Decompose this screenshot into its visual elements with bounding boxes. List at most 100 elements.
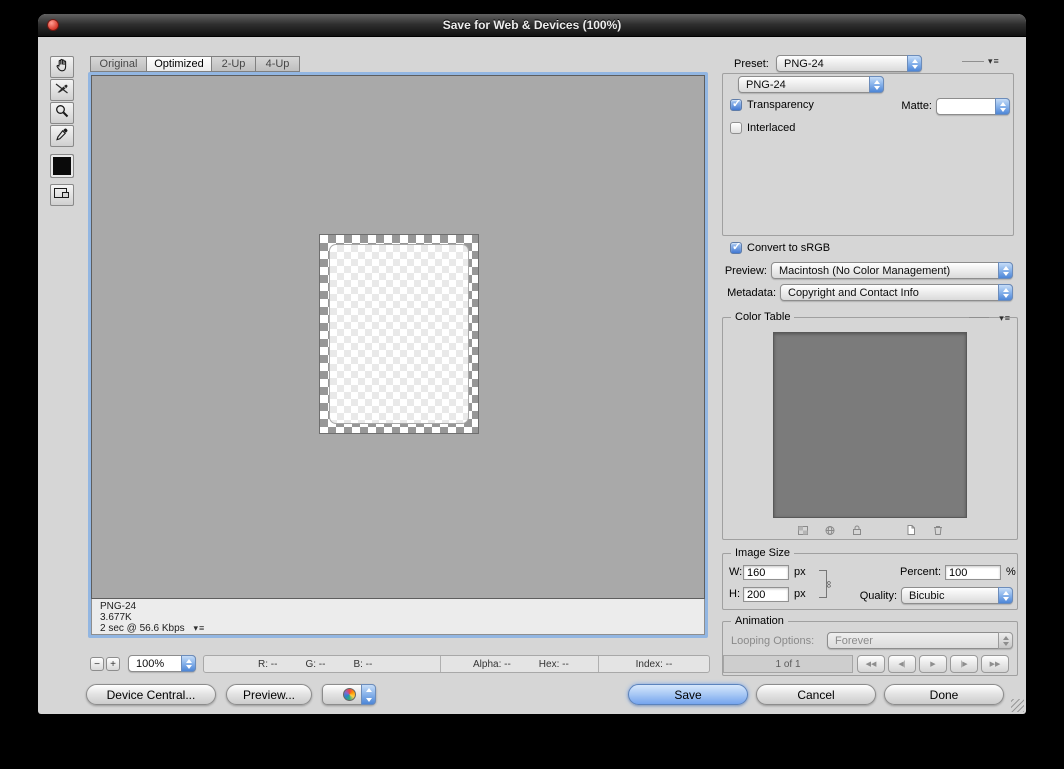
- first-frame-button[interactable]: ◀◀: [857, 655, 885, 673]
- color-readout-bar: R: -- G: -- B: -- Alpha: -- Hex: -- Inde…: [203, 655, 710, 673]
- image-size-group: Image Size W: px H: px ∞ Percent: % Qual…: [722, 553, 1018, 610]
- delete-color-icon[interactable]: [930, 523, 946, 537]
- chain-link-icon[interactable]: ∞: [823, 581, 834, 588]
- optimize-info: PNG-24 3.677K 2 sec @ 56.6 Kbps ▾≡: [91, 599, 705, 635]
- width-label: W:: [729, 566, 742, 578]
- save-button[interactable]: Save: [628, 684, 748, 705]
- preset-label: Preset:: [734, 58, 769, 70]
- preview-in-browser-button[interactable]: Preview...: [226, 684, 312, 705]
- preview-popup[interactable]: Macintosh (No Color Management): [771, 262, 1013, 279]
- zoom-level-popup[interactable]: 100%: [128, 655, 196, 672]
- color-table-actions: [723, 522, 1017, 538]
- web-shift-icon[interactable]: [822, 523, 838, 537]
- matte-popup[interactable]: [936, 98, 1010, 115]
- resize-grip[interactable]: [1011, 699, 1024, 712]
- preset-stepper[interactable]: [907, 55, 922, 72]
- hand-icon: [54, 57, 70, 78]
- color-table-menu-icon[interactable]: ▾≡: [999, 313, 1011, 323]
- optimize-menu-icon[interactable]: ▾≡: [988, 56, 1000, 66]
- format-stepper[interactable]: [869, 76, 884, 93]
- looping-options-stepper[interactable]: [998, 632, 1013, 649]
- download-rate-menu-icon[interactable]: ▾≡: [193, 623, 205, 633]
- slice-select-tool-button[interactable]: [50, 79, 74, 101]
- matte-label: Matte:: [892, 100, 932, 112]
- color-table-menu-rule: [969, 317, 989, 318]
- metadata-stepper[interactable]: [998, 284, 1013, 301]
- frame-indicator: 1 of 1: [723, 655, 853, 673]
- tab-optimized[interactable]: Optimized: [146, 56, 212, 72]
- zoom-in-button[interactable]: +: [106, 657, 120, 671]
- title-bar: Save for Web & Devices (100%): [38, 14, 1026, 37]
- percent-input[interactable]: [945, 565, 1001, 580]
- select-browser-button[interactable]: [322, 684, 376, 705]
- window-title: Save for Web & Devices (100%): [38, 14, 1026, 36]
- percent-label: Percent:: [881, 566, 941, 578]
- zoom-tool-button[interactable]: [50, 102, 74, 124]
- preview-canvas[interactable]: [91, 75, 705, 599]
- preset-menu-rule: [962, 61, 984, 62]
- format-value: PNG-24: [746, 77, 866, 92]
- info-format: PNG-24: [100, 601, 704, 612]
- quality-label: Quality:: [841, 590, 897, 602]
- last-frame-button[interactable]: ▶▶: [981, 655, 1009, 673]
- magnifier-icon: [54, 103, 70, 124]
- tab-4up[interactable]: 4-Up: [255, 56, 300, 72]
- browser-stepper[interactable]: [361, 684, 376, 705]
- preset-popup[interactable]: PNG-24: [776, 55, 922, 72]
- optimized-image[interactable]: [319, 234, 479, 434]
- transparency-checkbox[interactable]: [730, 99, 742, 111]
- preset-value: PNG-24: [784, 56, 904, 71]
- metadata-popup[interactable]: Copyright and Contact Info: [780, 284, 1013, 301]
- zoom-out-button[interactable]: −: [90, 657, 104, 671]
- map-transparency-icon[interactable]: [795, 523, 811, 537]
- preview-pane: PNG-24 3.677K 2 sec @ 56.6 Kbps ▾≡: [88, 72, 708, 638]
- percent-unit: %: [1006, 566, 1016, 578]
- looping-options-popup[interactable]: Forever: [827, 632, 1013, 649]
- metadata-value: Copyright and Contact Info: [788, 285, 995, 300]
- quality-popup[interactable]: Bicubic: [901, 587, 1013, 604]
- tab-original[interactable]: Original: [90, 56, 147, 72]
- animation-group: Animation Looping Options: Forever 1 of …: [722, 621, 1018, 676]
- play-button[interactable]: ▶: [919, 655, 947, 673]
- browser-globe-icon: [343, 688, 356, 701]
- matte-stepper[interactable]: [995, 98, 1010, 115]
- interlaced-label: Interlaced: [747, 122, 795, 134]
- preview-stepper[interactable]: [998, 262, 1013, 279]
- new-color-icon[interactable]: [903, 523, 919, 537]
- cancel-button[interactable]: Cancel: [756, 684, 876, 705]
- image-size-title: Image Size: [731, 547, 794, 559]
- readout-index: Index: --: [636, 659, 673, 670]
- hand-tool-button[interactable]: [50, 56, 74, 78]
- preview-label: Preview:: [707, 265, 767, 277]
- eyedropper-color-swatch[interactable]: [50, 154, 74, 178]
- color-table-title: Color Table: [731, 311, 794, 323]
- device-central-button[interactable]: Device Central...: [86, 684, 216, 705]
- color-table-swatches[interactable]: [773, 332, 967, 518]
- eyedropper-icon: [54, 126, 70, 147]
- quality-stepper[interactable]: [998, 587, 1013, 604]
- preview-value: Macintosh (No Color Management): [779, 263, 995, 278]
- toggle-slices-visibility-button[interactable]: [50, 184, 74, 206]
- slice-select-icon: [54, 80, 70, 101]
- next-frame-button[interactable]: |▶: [950, 655, 978, 673]
- lock-color-icon[interactable]: [849, 523, 865, 537]
- convert-srgb-checkbox[interactable]: [730, 242, 742, 254]
- quality-value: Bicubic: [909, 588, 995, 603]
- height-input[interactable]: [743, 587, 789, 602]
- tab-2up[interactable]: 2-Up: [211, 56, 256, 72]
- done-button[interactable]: Done: [884, 684, 1004, 705]
- eyedropper-tool-button[interactable]: [50, 125, 74, 147]
- transparent-image-area: [329, 244, 469, 424]
- save-for-web-dialog: Save for Web & Devices (100%) Original O…: [38, 14, 1026, 714]
- zoom-level-stepper[interactable]: [181, 655, 196, 672]
- readout-alpha: Alpha: --: [473, 659, 511, 670]
- interlaced-checkbox[interactable]: [730, 122, 742, 134]
- width-input[interactable]: [743, 565, 789, 580]
- readout-r: R: --: [258, 659, 277, 670]
- readout-hex: Hex: --: [539, 659, 569, 670]
- format-popup[interactable]: PNG-24: [738, 76, 884, 93]
- looping-options-value: Forever: [835, 633, 995, 648]
- previous-frame-button[interactable]: ◀|: [888, 655, 916, 673]
- height-unit: px: [794, 588, 806, 600]
- readout-b: B: --: [353, 659, 372, 670]
